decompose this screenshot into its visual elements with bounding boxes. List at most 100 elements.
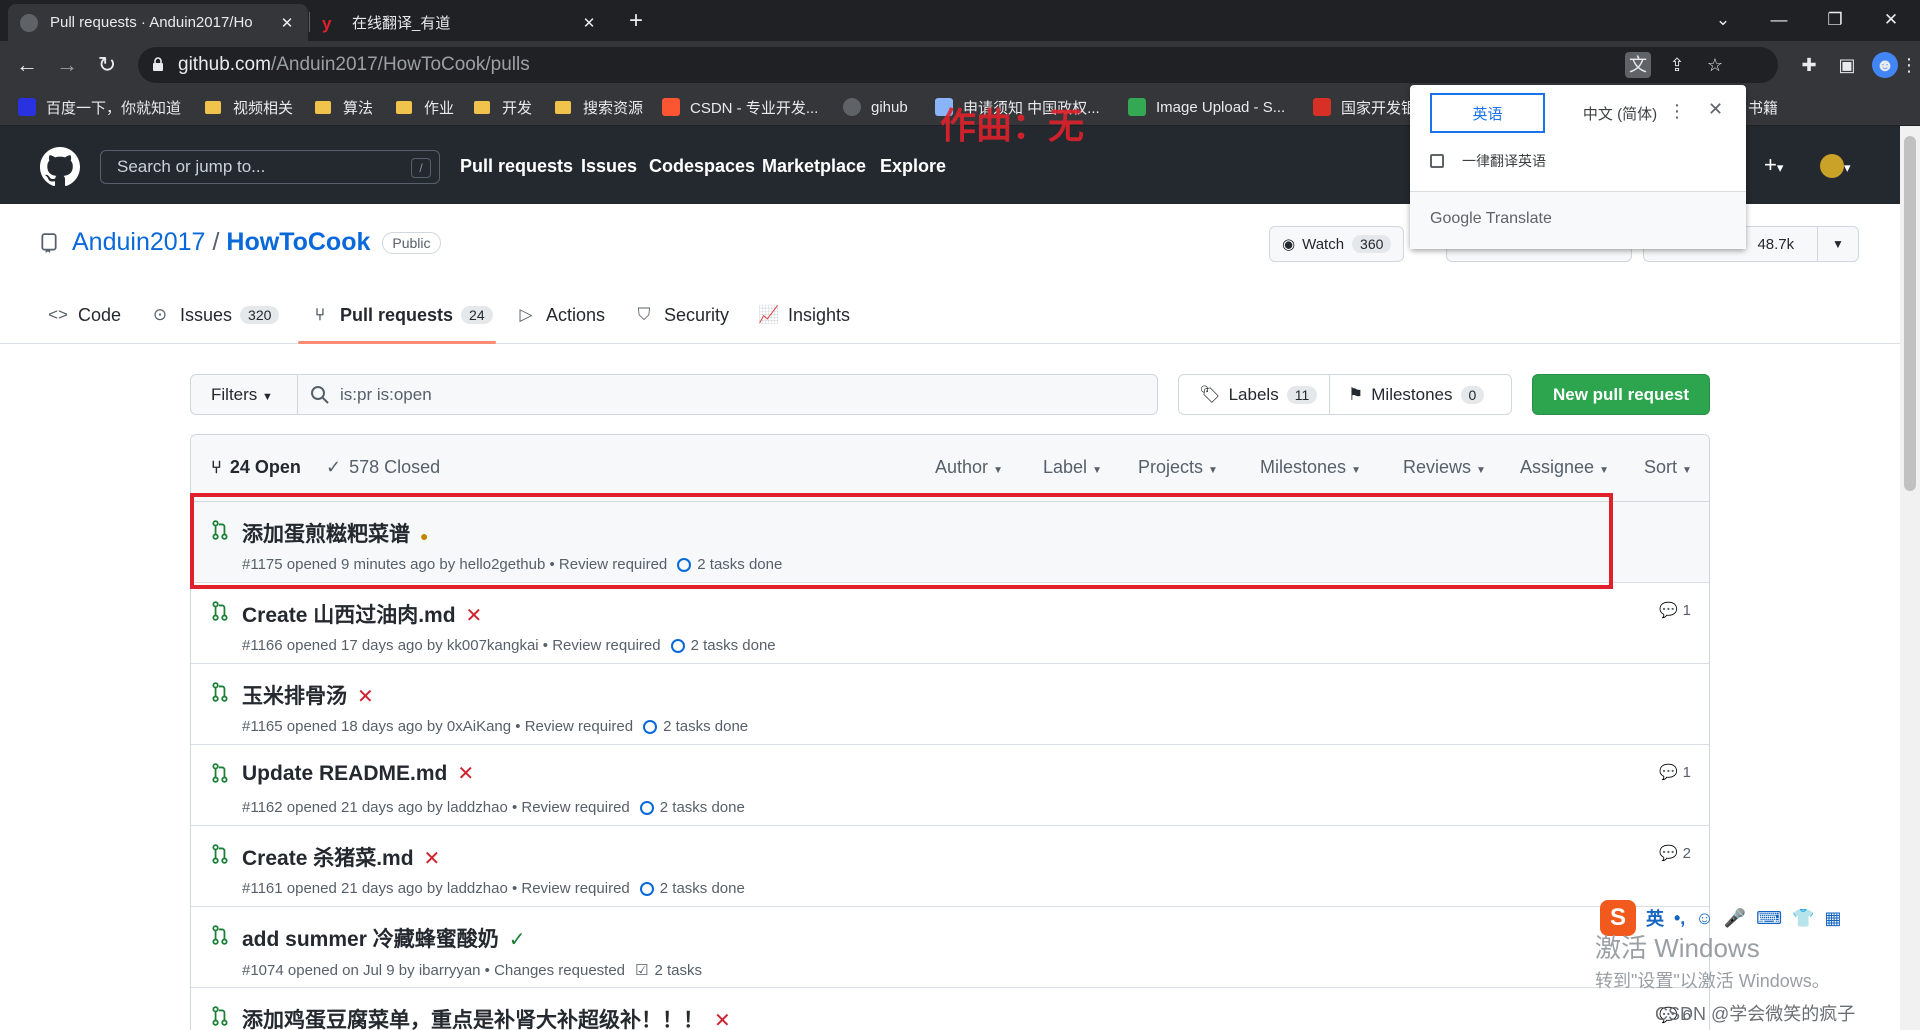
nav-marketplace[interactable]: Marketplace: [762, 156, 866, 177]
failure-x-icon[interactable]: ✕: [357, 686, 374, 708]
bookmark-github[interactable]: gihub: [843, 96, 908, 118]
pull-request-row[interactable]: Update README.md ✕ #1162 opened 21 days a…: [191, 745, 1709, 826]
tab-code[interactable]: <> Code: [48, 300, 121, 330]
pull-request-row[interactable]: Create 山西过油肉.md ✕ #1166 opened 17 days ag…: [191, 583, 1709, 664]
bookmark-star-icon[interactable]: ☆: [1702, 52, 1728, 78]
keyboard-icon[interactable]: ⌨: [1756, 908, 1782, 929]
browser-menu-icon[interactable]: ⋮: [1900, 52, 1918, 78]
nav-codespaces[interactable]: Codespaces: [649, 156, 755, 177]
bookmark-books[interactable]: 书籍: [1748, 96, 1778, 118]
pull-request-title-link[interactable]: add summer 冷藏蜂蜜酸奶 ✓: [242, 923, 525, 953]
pull-request-row[interactable]: add summer 冷藏蜂蜜酸奶 ✓ #1074 opened on Jul 9…: [191, 907, 1709, 988]
pull-request-row[interactable]: 添加鸡蛋豆腐菜单，重点是补肾大补超级补！！！ ✕ 💬 6: [191, 988, 1709, 1030]
filters-dropdown[interactable]: Filters ▼: [190, 374, 298, 415]
milestones-filter[interactable]: Milestones ▼: [1260, 457, 1361, 478]
github-octocat-icon[interactable]: [40, 147, 80, 187]
extensions-puzzle-icon[interactable]: ✚: [1796, 52, 1822, 78]
milestones-button[interactable]: ⚑ Milestones 0: [1329, 374, 1512, 415]
author-filter[interactable]: Author ▼: [935, 457, 1003, 478]
translate-page-icon[interactable]: 文: [1625, 52, 1651, 78]
pull-request-row[interactable]: Create 杀猪菜.md ✕ #1161 opened 21 days ago …: [191, 826, 1709, 907]
emoji-icon[interactable]: ☺: [1695, 908, 1713, 929]
star-lists-dropdown[interactable]: ▼: [1817, 226, 1859, 262]
back-arrow-icon[interactable]: ←: [12, 50, 42, 80]
source-language-tab[interactable]: 英语: [1430, 93, 1545, 133]
reviews-filter[interactable]: Reviews ▼: [1403, 457, 1486, 478]
bookmark-folder[interactable]: 开发: [474, 96, 532, 118]
punctuation-icon[interactable]: •,: [1674, 908, 1685, 929]
page-scrollbar[interactable]: [1900, 126, 1920, 1030]
always-translate-checkbox[interactable]: 一律翻译英语: [1430, 151, 1546, 171]
microphone-icon[interactable]: 🎤: [1724, 908, 1746, 929]
watch-button[interactable]: ◉ Watch 360: [1269, 226, 1404, 262]
browser-tab-youdao[interactable]: y 在线翻译_有道 ✕: [310, 4, 610, 41]
create-new-plus-icon[interactable]: +▾: [1764, 152, 1783, 178]
close-tab-icon[interactable]: ✕: [278, 14, 296, 32]
bookmark-folder[interactable]: 作业: [396, 96, 454, 118]
repo-name-link[interactable]: HowToCook: [226, 228, 370, 257]
user-avatar[interactable]: ▾: [1820, 152, 1851, 179]
open-filter-link[interactable]: ⑂ 24 Open: [211, 457, 301, 478]
github-search-input[interactable]: Search or jump to... /: [100, 150, 440, 184]
failure-x-icon[interactable]: ✕: [457, 763, 474, 785]
new-pull-request-button[interactable]: New pull request: [1532, 374, 1710, 415]
browser-tab-github[interactable]: Pull requests · Anduin2017/Ho ✕: [8, 4, 308, 41]
failure-x-icon[interactable]: ✕: [714, 1010, 731, 1030]
restore-icon[interactable]: ❐: [1807, 4, 1863, 36]
pull-request-title-link[interactable]: 玉米排骨汤 ✕: [242, 680, 374, 710]
pull-request-title-link[interactable]: Create 山西过油肉.md ✕: [242, 599, 482, 629]
bookmark-csdn[interactable]: CSDN - 专业开发...: [662, 96, 818, 118]
tab-security[interactable]: ⛉ Security: [634, 300, 729, 330]
grid-menu-icon[interactable]: ▦: [1825, 908, 1842, 929]
more-options-icon[interactable]: ⋮: [1668, 101, 1686, 122]
reload-icon[interactable]: ↻: [92, 50, 122, 80]
tab-search-chevron-icon[interactable]: ⌄: [1695, 4, 1751, 36]
address-bar[interactable]: github.com/Anduin2017/HowToCook/pulls 文 …: [138, 47, 1778, 83]
tab-pull-requests[interactable]: ⑂ Pull requests 24: [310, 300, 493, 330]
new-tab-icon[interactable]: +: [622, 7, 650, 35]
failure-x-icon[interactable]: ✕: [466, 605, 483, 627]
success-check-icon[interactable]: ✓: [509, 929, 526, 951]
labels-button[interactable]: 🏷 Labels 11: [1178, 374, 1330, 415]
assignee-filter[interactable]: Assignee ▼: [1520, 457, 1609, 478]
repo-owner-link[interactable]: Anduin2017: [72, 228, 205, 257]
sort-dropdown[interactable]: Sort ▼: [1644, 457, 1692, 478]
tab-insights[interactable]: 📈 Insights: [758, 300, 850, 330]
comment-count-link[interactable]: 💬 2: [1659, 844, 1691, 863]
bookmark-folder[interactable]: 算法: [315, 96, 373, 118]
tab-issues[interactable]: ⊙ Issues 320: [150, 300, 280, 330]
nav-pull-requests[interactable]: Pull requests: [460, 156, 573, 177]
skin-icon[interactable]: 👕: [1792, 908, 1814, 929]
nav-issues[interactable]: Issues: [581, 156, 637, 177]
bookmark-cdb[interactable]: 国家开发银: [1313, 96, 1416, 118]
close-tab-icon[interactable]: ✕: [580, 14, 598, 32]
bookmark-folder[interactable]: 搜索资源: [555, 96, 643, 118]
close-icon[interactable]: ✕: [1708, 99, 1723, 120]
scrollbar-thumb[interactable]: [1904, 136, 1916, 491]
pull-request-title-link[interactable]: Update README.md ✕: [242, 761, 474, 786]
caret-down-icon: ▼: [1832, 237, 1844, 251]
bookmark-baidu[interactable]: 百度一下，你就知道: [18, 96, 181, 118]
issues-search-input[interactable]: is:pr is:open: [297, 374, 1158, 415]
minimize-icon[interactable]: —: [1751, 4, 1807, 36]
comment-count-link[interactable]: 💬 1: [1659, 601, 1691, 620]
eye-icon: ◉: [1282, 236, 1296, 253]
comment-count-link[interactable]: 💬 1: [1659, 763, 1691, 782]
close-window-icon[interactable]: ✕: [1863, 4, 1919, 36]
side-panel-icon[interactable]: ▣: [1834, 52, 1860, 78]
projects-filter[interactable]: Projects ▼: [1138, 457, 1218, 478]
closed-filter-link[interactable]: ✓ 578 Closed: [326, 457, 440, 478]
pull-request-title-link[interactable]: 添加鸡蛋豆腐菜单，重点是补肾大补超级补！！！ ✕: [242, 1004, 731, 1030]
bookmark-image-upload[interactable]: Image Upload - S...: [1128, 96, 1285, 118]
profile-avatar[interactable]: ☻: [1872, 52, 1898, 78]
target-language-tab[interactable]: 中文 (简体): [1560, 93, 1680, 133]
forward-arrow-icon[interactable]: →: [52, 50, 82, 80]
pull-request-row[interactable]: 玉米排骨汤 ✕ #1165 opened 18 days ago by 0xAiK…: [191, 664, 1709, 745]
label-filter[interactable]: Label ▼: [1043, 457, 1102, 478]
pull-request-title-link[interactable]: Create 杀猪菜.md ✕: [242, 842, 440, 872]
failure-x-icon[interactable]: ✕: [424, 848, 441, 870]
tab-actions[interactable]: ▷ Actions: [516, 300, 605, 330]
bookmark-folder[interactable]: 视频相关: [205, 96, 293, 118]
share-icon[interactable]: ⇪: [1664, 52, 1690, 78]
nav-explore[interactable]: Explore: [880, 156, 946, 177]
